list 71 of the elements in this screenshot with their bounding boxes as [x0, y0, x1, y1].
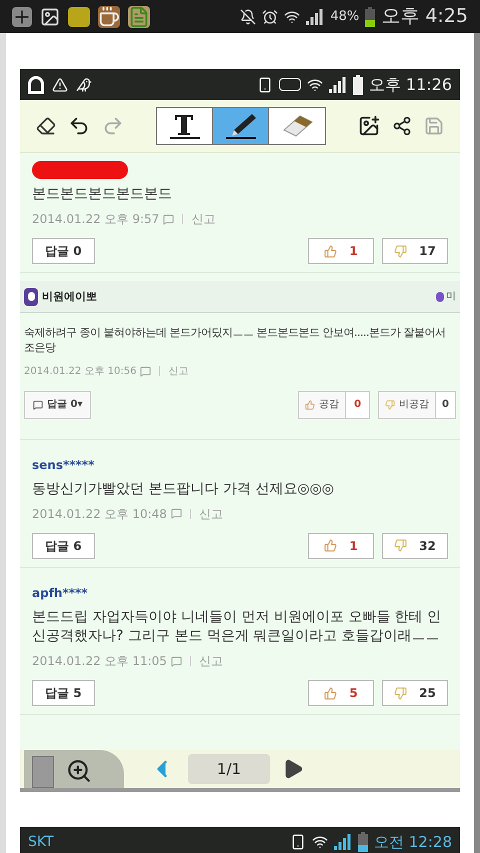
- comment-date: 2014.01.22 오후 11:05: [32, 653, 167, 670]
- avatar-icon: [24, 288, 38, 306]
- warning-icon: [52, 76, 68, 92]
- comment-date: 2014.01.22 오후 10:48: [32, 506, 167, 523]
- clock: 오후 4:25: [381, 4, 468, 30]
- reply-button[interactable]: 답글 0: [32, 238, 95, 264]
- coffee-app-icon: [98, 6, 120, 28]
- carrier-name: SKT: [28, 832, 54, 852]
- undo-icon[interactable]: [68, 115, 90, 137]
- reply-button[interactable]: 답글 5: [32, 680, 95, 706]
- like-button[interactable]: 1: [308, 238, 374, 264]
- wifi-icon: [284, 8, 300, 24]
- comment-date: 2014.01.22 오후 9:57: [32, 211, 160, 228]
- battery-percent: 48%: [330, 8, 360, 26]
- comment-text: 숙제하려구 종이 붙혀야하는데 본드가어딨지ㅡㅡ 본드본드본드 안보여.....본드가 잘붙어서 조은당: [24, 325, 446, 356]
- like-button[interactable]: 5: [308, 680, 374, 706]
- signal-icon: [334, 834, 352, 850]
- app-logo-icon: [28, 76, 44, 94]
- comment-text: 본드드립 자업자득이야 니네들이 먼저 비원에이포 오빠들 한테 인신공격했자나? 그리구 본드 먹은게 뭐큰일이라고 호들갑이래ㅡㅡ: [32, 608, 442, 646]
- add-image-icon[interactable]: [358, 115, 380, 137]
- vibrate-icon: [290, 834, 306, 850]
- reply-button[interactable]: 답글 0▾: [24, 390, 92, 418]
- thumbs-down-icon: [394, 686, 408, 700]
- wifi-icon: [312, 834, 328, 850]
- comment-text: 동방신기가빨았던 본드팝니다 가격 선제요◎◎◎: [32, 480, 335, 498]
- pen-tool-icon: [224, 112, 258, 140]
- thumbs-up-icon: [324, 244, 338, 258]
- comment-date: 2014.01.22 오후 10:56: [24, 364, 136, 378]
- battery-icon: [365, 6, 376, 26]
- page-indicator: 1/1: [188, 754, 270, 784]
- battery-icon: [358, 832, 368, 852]
- disagree-button[interactable]: 비공감: [378, 390, 436, 418]
- thumbs-down-icon: [385, 400, 396, 410]
- clock: 오전 12:28: [374, 832, 452, 853]
- vibrate-icon: [256, 76, 273, 92]
- comment-author: apfh****: [32, 584, 89, 602]
- eraser-icon[interactable]: [36, 116, 56, 136]
- zoom-icon[interactable]: [66, 758, 92, 784]
- blog-app-icon: [128, 6, 150, 28]
- comment-author: 비원에이뽀: [42, 288, 97, 304]
- agree-count: 0: [346, 390, 370, 418]
- reply-button[interactable]: 답글 6: [32, 532, 95, 559]
- text-tool-icon: [168, 112, 202, 140]
- thumbs-up-icon: [324, 686, 338, 700]
- like-button[interactable]: 1: [308, 532, 374, 559]
- badge-text: 미: [446, 290, 456, 304]
- tool-button[interactable]: [157, 108, 213, 144]
- share-icon[interactable]: [392, 116, 412, 136]
- alarm-icon: [262, 8, 278, 24]
- thumbs-up-icon: [324, 539, 338, 552]
- thumbs-down-icon: [394, 244, 408, 258]
- thumbs-down-icon: [394, 539, 408, 552]
- dislike-button[interactable]: 32: [382, 532, 448, 559]
- thumbs-up-icon: [305, 400, 316, 410]
- comment-author: sens*****: [32, 456, 96, 474]
- page-thumb-icon[interactable]: [32, 756, 54, 788]
- signal-icon: [328, 76, 347, 92]
- inner-clock: 오후 11:26: [368, 74, 452, 96]
- gallery-icon: [40, 6, 60, 26]
- dislike-button[interactable]: 25: [382, 680, 448, 706]
- mute-icon: [240, 8, 256, 24]
- add-icon: [12, 6, 32, 26]
- wifi-icon: [306, 76, 323, 92]
- disagree-count: 0: [436, 390, 456, 418]
- dislike-button[interactable]: 17: [382, 238, 448, 264]
- bird-icon: [76, 76, 92, 92]
- comment-icon: [33, 400, 43, 410]
- tool-button[interactable]: [213, 108, 269, 144]
- signal-icon: [306, 8, 324, 24]
- comment-text: 본드본드본드본드본드: [32, 185, 173, 204]
- agree-button[interactable]: 공감: [298, 390, 346, 418]
